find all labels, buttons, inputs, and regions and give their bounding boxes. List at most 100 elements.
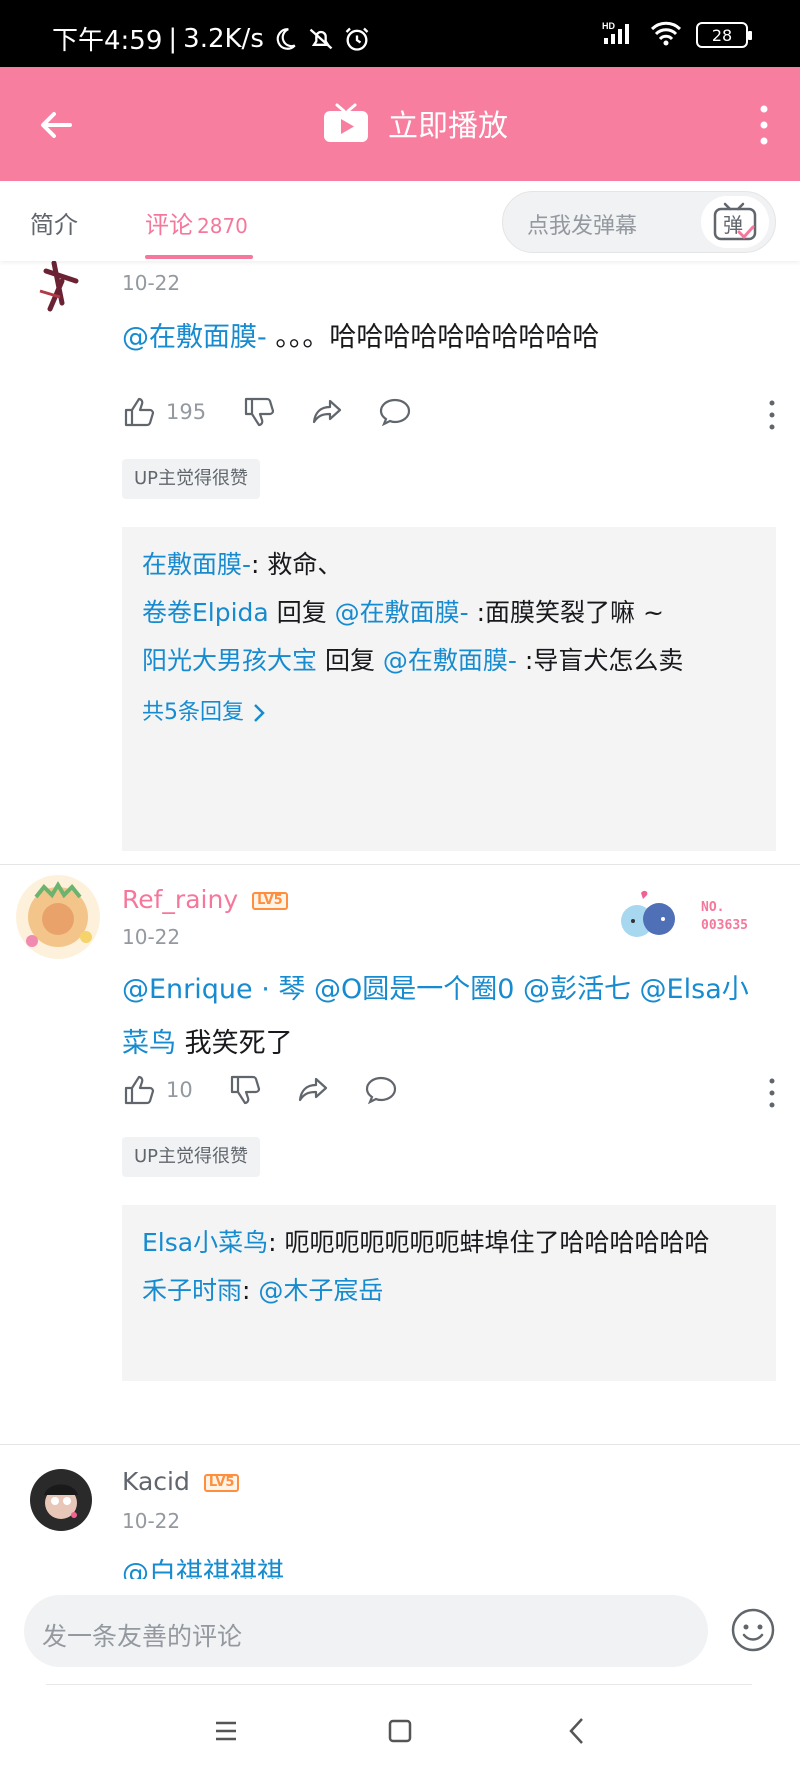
menu-icon	[216, 1721, 236, 1741]
reply-author[interactable]: 阳光大男孩大宝	[142, 646, 317, 675]
username[interactable]: Ref_rainy LV5	[122, 885, 288, 914]
top-app-bar: 立即播放	[0, 67, 800, 181]
thumbs-up-icon	[124, 397, 155, 427]
reply-line: 卷卷Elpida 回复 @在敷面膜- :面膜笑裂了嘛 ~	[142, 589, 756, 637]
comment-input[interactable]: 发一条友善的评论	[24, 1595, 708, 1667]
comment-text: @Enrique · 琴 @O圆是一个圈0 @彭活七 @Elsa小菜鸟 我笑死了	[122, 963, 772, 1071]
comment-more-icon[interactable]	[766, 399, 778, 431]
reply-line: 阳光大男孩大宝 回复 @在敷面膜- :导盲犬怎么卖	[142, 637, 756, 685]
status-separator: |	[168, 23, 178, 54]
reply-text: :导盲犬怎么卖	[516, 646, 684, 675]
reply-mention[interactable]: @在敷面膜-	[335, 598, 469, 627]
reply-mention[interactable]: @木子宸岳	[258, 1276, 383, 1305]
signal-icon: HD	[602, 20, 636, 50]
speech-bubble-icon	[365, 1076, 397, 1105]
reply-separator: :	[242, 1276, 259, 1305]
play-now-label: 立即播放	[388, 109, 508, 144]
active-tab-indicator	[145, 255, 253, 259]
comment-date: 10-22	[122, 271, 181, 295]
status-bar: 下午4:59 | 3.2K/s HD 28	[0, 0, 800, 67]
avatar[interactable]	[30, 1469, 92, 1531]
share-button[interactable]	[310, 395, 344, 429]
comment-feed[interactable]: 10-22 @在敷面膜- 。。。哈哈哈哈哈哈哈哈哈哈 195 UP主觉得很赞 在…	[0, 261, 800, 1579]
share-icon	[312, 399, 342, 424]
danmaku-toggle-icon[interactable]: 弹	[701, 196, 769, 248]
danmaku-placeholder: 点我发弹幕	[527, 214, 638, 239]
username-text: Ref_rainy	[122, 885, 239, 914]
fan-card-icon	[621, 890, 676, 937]
like-button[interactable]: 195	[122, 395, 206, 429]
share-button[interactable]	[296, 1073, 330, 1107]
mention-link[interactable]: @在敷面膜-	[122, 322, 267, 353]
tab-comments[interactable]: 评论 2870	[145, 205, 248, 240]
play-now-button[interactable]: 立即播放	[322, 101, 508, 145]
chevron-right-icon	[254, 704, 265, 722]
reply-preview[interactable]: Elsa小菜鸟: 呃呃呃呃呃呃呃蚌埠住了哈哈哈哈哈哈 禾子时雨: @木子宸岳	[122, 1205, 776, 1381]
comment-input-placeholder: 发一条友善的评论	[42, 1622, 243, 1651]
comment-input-bar: 发一条友善的评论	[0, 1579, 800, 1684]
arrow-left-icon	[41, 112, 72, 138]
dislike-button[interactable]	[228, 1073, 262, 1107]
like-button[interactable]: 10	[122, 1073, 193, 1107]
chevron-left-icon	[569, 1718, 583, 1744]
comment-body: 。。。哈哈哈哈哈哈哈哈哈哈	[266, 322, 600, 353]
emoji-button[interactable]	[730, 1607, 776, 1653]
view-all-replies-link[interactable]: 共5条回复	[142, 689, 756, 737]
dislike-button[interactable]	[242, 395, 276, 429]
reply-separator: :	[251, 550, 268, 579]
reply-button[interactable]	[364, 1073, 398, 1107]
level-badge: LV5	[252, 892, 288, 910]
status-left: 下午4:59 | 3.2K/s	[52, 20, 372, 57]
reply-preview[interactable]: 在敷面膜-: 救命、 卷卷Elpida 回复 @在敷面膜- :面膜笑裂了嘛 ~ …	[122, 527, 776, 851]
tab-intro-label: 简介	[30, 211, 78, 239]
reply-text: 呃呃呃呃呃呃呃蚌埠住了哈哈哈哈哈哈	[284, 1228, 710, 1257]
reply-separator: 回复	[268, 598, 335, 627]
comment-date: 10-22	[122, 925, 181, 949]
thumbs-down-icon	[230, 1075, 261, 1105]
back-button[interactable]	[36, 105, 76, 145]
nav-back-button[interactable]	[560, 1713, 596, 1749]
nav-home-button[interactable]	[382, 1713, 418, 1749]
more-options-button[interactable]	[756, 103, 772, 147]
like-count: 195	[166, 400, 207, 424]
comment-divider	[0, 1444, 800, 1445]
reply-author[interactable]: 卷卷Elpida	[142, 598, 269, 627]
reply-author[interactable]: Elsa小菜鸟	[142, 1228, 268, 1257]
svg-text:HD: HD	[602, 21, 615, 31]
username[interactable]: Kacid LV5	[122, 1467, 240, 1496]
reply-line: Elsa小菜鸟: 呃呃呃呃呃呃呃蚌埠住了哈哈哈哈哈哈	[142, 1219, 756, 1267]
tab-intro[interactable]: 简介	[30, 205, 78, 240]
avatar[interactable]	[26, 261, 92, 317]
share-icon	[298, 1077, 328, 1102]
up-liked-badge: UP主觉得很赞	[122, 459, 261, 499]
reply-text: :面膜笑裂了嘛 ~	[468, 598, 664, 627]
mute-bell-icon	[306, 24, 336, 54]
like-count: 10	[166, 1078, 193, 1102]
nav-menu-button[interactable]	[208, 1713, 244, 1749]
thumbs-up-icon	[124, 1075, 155, 1105]
smiley-icon	[731, 1608, 775, 1652]
mention-link[interactable]: @白祺祺祺祺	[122, 1558, 284, 1579]
username-text: Kacid	[122, 1467, 190, 1496]
alarm-icon	[342, 24, 372, 54]
level-badge: LV5	[203, 1474, 240, 1492]
network-speed: 3.2K/s	[183, 23, 264, 54]
fan-number: NO. 003635	[701, 899, 748, 935]
reply-author[interactable]: 禾子时雨	[142, 1276, 242, 1305]
avatar[interactable]	[16, 875, 100, 959]
status-right: HD 28	[602, 20, 752, 50]
reply-line: 在敷面膜-: 救命、	[142, 541, 756, 589]
reply-button[interactable]	[378, 395, 412, 429]
fan-badge[interactable]: NO. 003635	[611, 887, 748, 947]
tv-play-icon	[324, 103, 368, 142]
system-nav-bar	[0, 1685, 800, 1778]
danmaku-input[interactable]: 点我发弹幕 弹	[502, 191, 776, 253]
reply-author[interactable]: 在敷面膜-	[142, 550, 251, 579]
reply-separator: 回复	[317, 646, 383, 675]
comment-actions: 10	[122, 1073, 775, 1113]
reply-mention[interactable]: @在敷面膜-	[383, 646, 517, 675]
comment-more-icon[interactable]	[766, 1077, 778, 1109]
speech-bubble-icon	[379, 398, 411, 427]
comment-date: 10-22	[122, 1509, 181, 1533]
thumbs-down-icon	[244, 397, 275, 427]
